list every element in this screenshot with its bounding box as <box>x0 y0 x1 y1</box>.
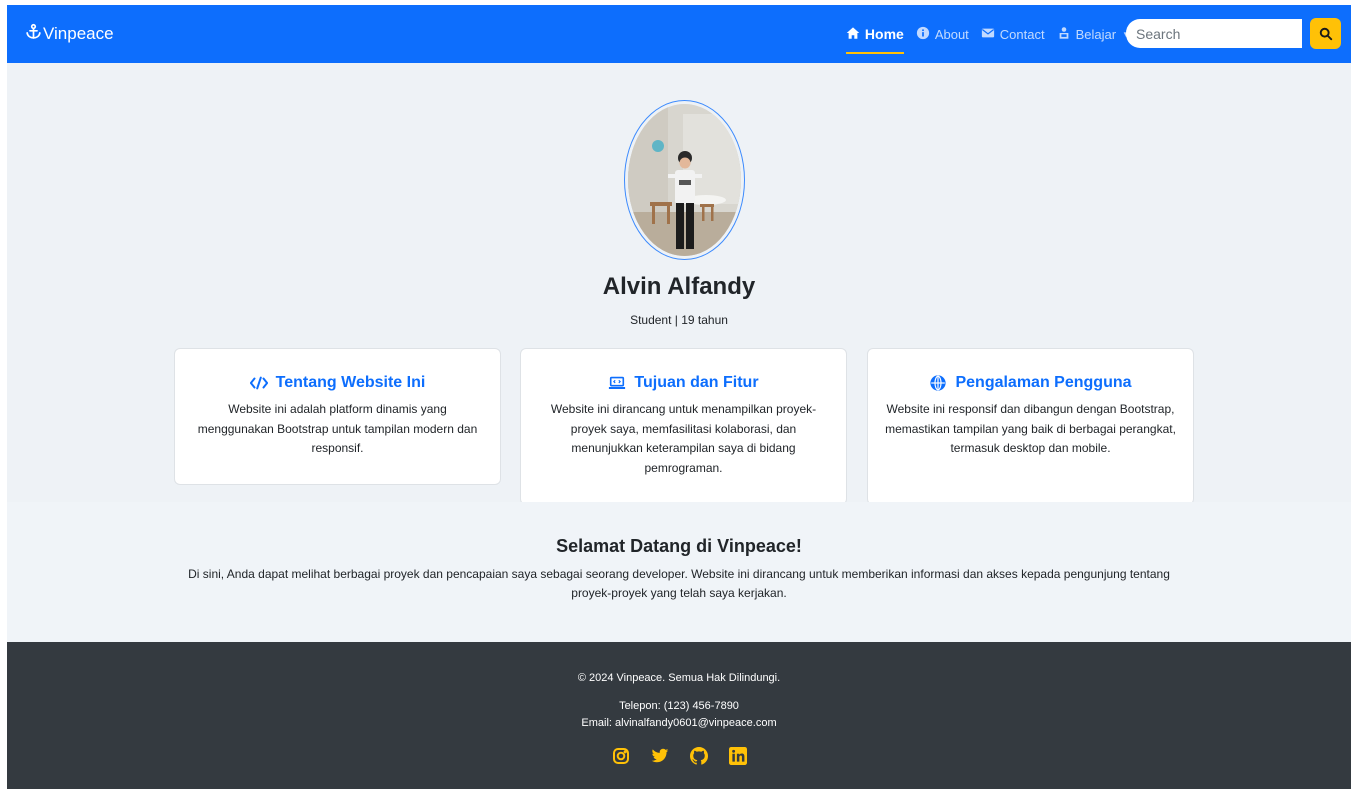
footer: © 2024 Vinpeace. Semua Hak Dilindungi. T… <box>7 642 1351 789</box>
twitter-icon[interactable] <box>651 747 669 765</box>
user-study-icon <box>1057 26 1071 43</box>
anchor-icon <box>25 23 42 45</box>
laptop-code-icon <box>608 375 626 391</box>
home-icon <box>846 26 860 43</box>
nav-home-label: Home <box>864 26 904 42</box>
navbar: Vinpeace Home About Contact Belajar Sear… <box>7 5 1351 63</box>
card-title-text: Pengalaman Pengguna <box>955 374 1132 391</box>
profile-subtitle: Student | 19 tahun <box>630 313 728 327</box>
avatar <box>624 100 745 260</box>
card-goals-features: Tujuan dan Fitur Website ini dirancang u… <box>520 348 847 505</box>
linkedin-icon[interactable] <box>728 747 747 765</box>
envelope-icon <box>981 26 995 43</box>
card-about-website: Tentang Website Ini Website ini adalah p… <box>174 348 501 485</box>
card-text: Website ini responsif dan dibangun denga… <box>885 402 1176 455</box>
card-title-text: Tujuan dan Fitur <box>634 374 759 391</box>
card-user-experience: Pengalaman Pengguna Website ini responsi… <box>867 348 1194 505</box>
footer-copyright: © 2024 Vinpeace. Semua Hak Dilindungi. <box>577 672 781 684</box>
card-text: Website ini adalah platform dinamis yang… <box>197 402 478 455</box>
welcome-text: Di sini, Anda dapat melihat berbagai pro… <box>188 567 1170 600</box>
nav-belajar-dropdown[interactable]: Belajar ▼ <box>1057 5 1130 63</box>
brand-link[interactable]: Vinpeace <box>25 23 114 45</box>
nav-about-label: About <box>934 26 969 42</box>
info-icon <box>916 26 930 43</box>
instagram-icon[interactable] <box>612 747 630 765</box>
nav-about[interactable]: About <box>916 5 969 63</box>
nav-menu: Home About Contact Belajar ▼ <box>845 5 1130 63</box>
welcome-title: Selamat Datang di Vinpeace! <box>556 536 802 556</box>
globe-icon <box>929 375 947 391</box>
brand-name: Vinpeace <box>43 24 114 43</box>
card-title: Tentang Website Ini <box>191 374 484 392</box>
search-icon <box>1319 27 1333 41</box>
nav-contact[interactable]: Contact <box>981 5 1045 63</box>
nav-home[interactable]: Home <box>845 5 904 63</box>
card-title: Tujuan dan Fitur <box>537 374 830 392</box>
nav-belajar-label: Belajar <box>1075 26 1117 42</box>
code-icon <box>249 375 268 391</box>
social-links <box>7 747 1351 765</box>
card-title-text: Tentang Website Ini <box>275 374 426 391</box>
footer-email: Email: alvinalfandy0601@vinpeace.com <box>581 717 777 729</box>
card-text: Website ini dirancang untuk menampilkan … <box>550 402 817 475</box>
footer-phone: Telepon: (123) 456-7890 <box>619 700 739 712</box>
profile-photo <box>628 104 741 256</box>
nav-contact-label: Contact <box>999 26 1045 42</box>
page: Vinpeace Home About Contact Belajar Sear… <box>7 5 1351 789</box>
card-title: Pengalaman Pengguna <box>884 374 1177 392</box>
welcome-section: Selamat Datang di Vinpeace! Di sini, And… <box>7 502 1351 642</box>
search-input[interactable] <box>1126 19 1302 48</box>
search-button[interactable] <box>1310 18 1341 49</box>
profile-name: Alvin Alfandy <box>602 273 756 300</box>
github-icon[interactable] <box>689 747 708 765</box>
